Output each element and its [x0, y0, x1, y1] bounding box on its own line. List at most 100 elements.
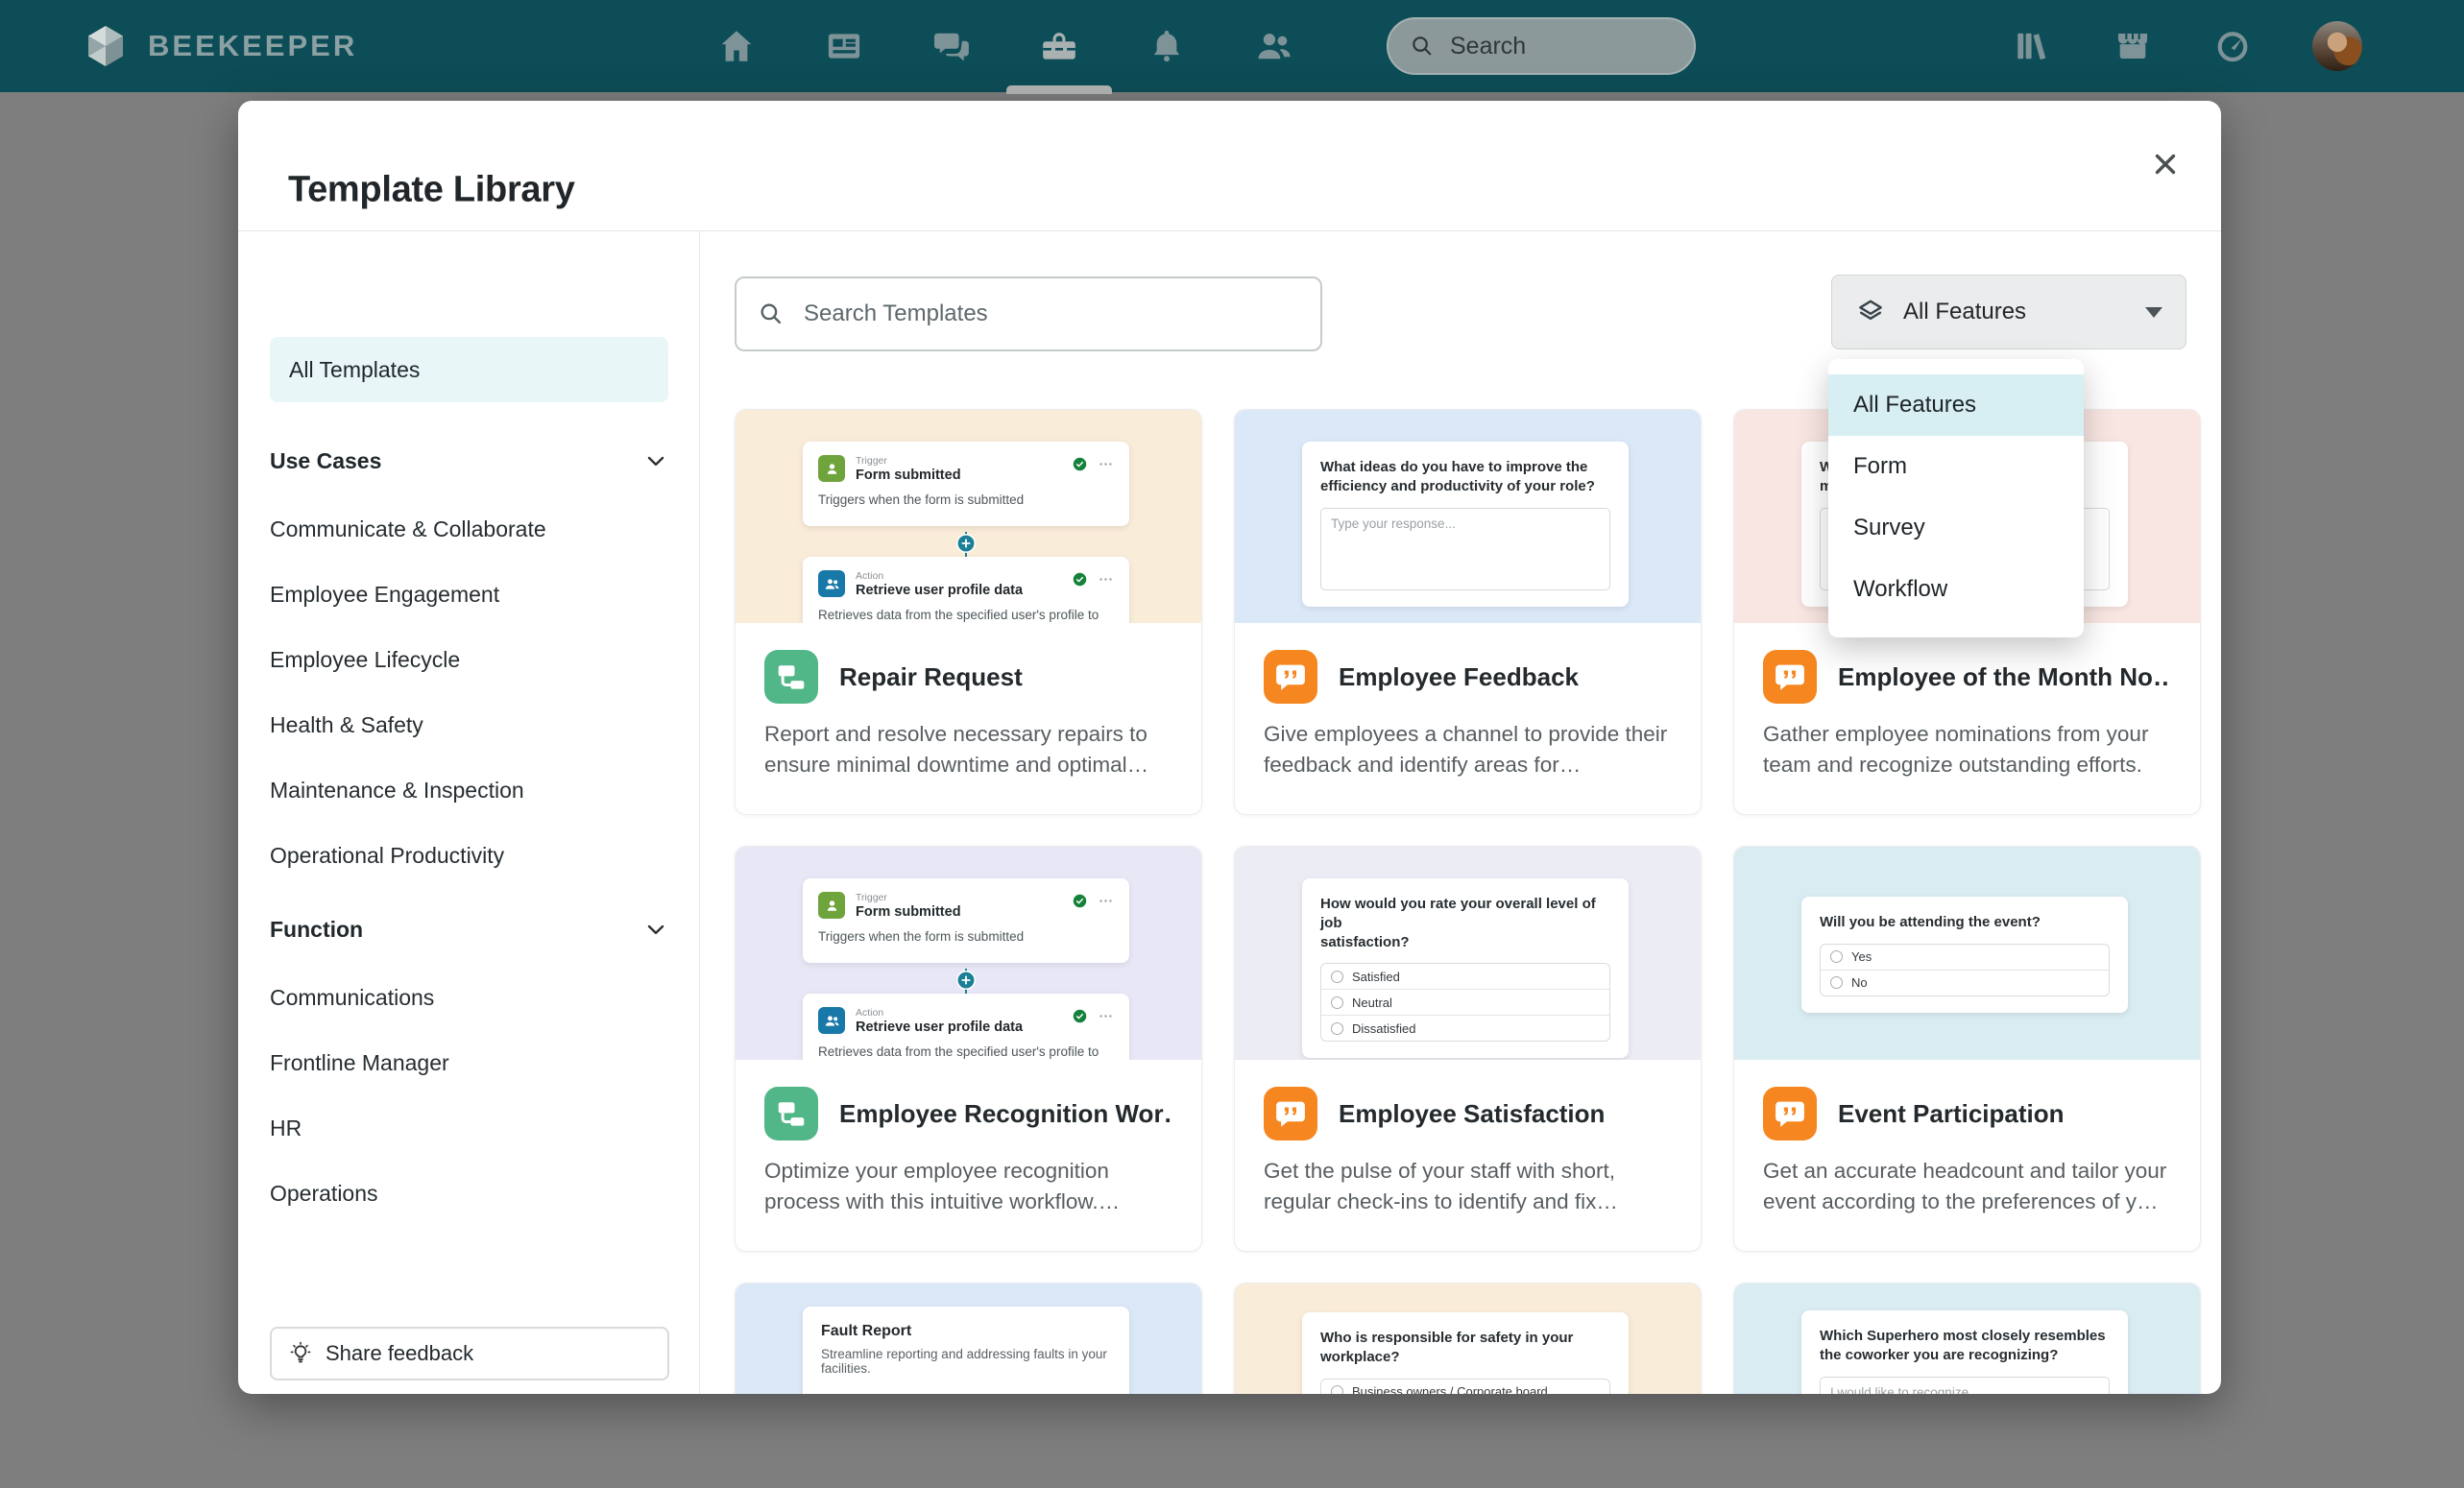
- sidebar-item-health-safety[interactable]: Health & Safety: [270, 712, 668, 738]
- mini-question: Who is responsible for safety in yourwor…: [1320, 1329, 1610, 1367]
- nav-news-button[interactable]: [824, 26, 864, 66]
- menu-item-all-features[interactable]: All Features: [1828, 374, 2084, 436]
- template-library-modal: Template Library All Templates Use Cases…: [238, 101, 2221, 1394]
- modal-body: All Templates Use Cases Communicate & Col…: [238, 231, 2221, 1394]
- sidebar-item-employee-engagement[interactable]: Employee Engagement: [270, 582, 668, 608]
- more-dots-icon: [1098, 893, 1114, 909]
- radio-icon: [1830, 976, 1843, 989]
- template-search: [735, 276, 1322, 351]
- survey-icon: [1264, 1087, 1317, 1140]
- template-card-event-participation[interactable]: Will you be attending the event?YesNoEve…: [1733, 846, 2201, 1252]
- plus-icon: [955, 970, 977, 991]
- mini-form-subtitle: Streamline reporting and addressing faul…: [821, 1347, 1111, 1376]
- template-search-input[interactable]: [802, 300, 1267, 328]
- workflow-icon: [773, 1095, 809, 1132]
- template-card[interactable]: Which Superhero most closely resemblesth…: [1733, 1283, 2201, 1394]
- template-card-employee-recognition-wor[interactable]: TriggerForm submittedTriggers when the f…: [735, 846, 1202, 1252]
- modal-header: Template Library: [238, 101, 2221, 231]
- survey-icon: [1264, 650, 1317, 704]
- template-info: Employee of the Month No…Gather employee…: [1734, 623, 2200, 780]
- chats-icon: [931, 26, 972, 66]
- sidebar-item-frontline-manager[interactable]: Frontline Manager: [270, 1050, 668, 1076]
- survey-icon: [1763, 1087, 1817, 1140]
- survey-chat-icon: [1772, 659, 1808, 695]
- template-description: Report and resolve necessary repairs to …: [764, 719, 1172, 780]
- sidebar-section-function[interactable]: Function: [270, 913, 668, 946]
- sidebar-item-hr[interactable]: HR: [270, 1116, 668, 1141]
- nav-library-button[interactable]: [2013, 26, 2053, 66]
- action-people-icon: [818, 570, 845, 597]
- sidebar-item-maintenance-inspection[interactable]: Maintenance & Inspection: [270, 778, 668, 804]
- mini-field-label: Name of the plant *: [821, 1392, 1111, 1394]
- nav-marketplace-button[interactable]: [2113, 26, 2153, 66]
- template-info: Repair RequestReport and resolve necessa…: [736, 623, 1201, 780]
- radio-icon: [1830, 950, 1843, 963]
- people-icon: [1254, 26, 1294, 66]
- workflow-icon: [773, 659, 809, 695]
- template-info: Employee SatisfactionGet the pulse of yo…: [1235, 1060, 1701, 1217]
- toolbox-icon: [1039, 26, 1079, 66]
- menu-item-form[interactable]: Form: [1828, 436, 2084, 497]
- mini-radio-option: Business owners / Corporate board: [1321, 1380, 1609, 1394]
- beekeeper-logo-icon: [83, 23, 129, 69]
- template-preview: Will you be attending the event?YesNo: [1734, 847, 2200, 1060]
- mini-textarea: Type your response...: [1320, 508, 1610, 590]
- search-icon: [1410, 34, 1435, 59]
- workflow-icon: [764, 650, 818, 704]
- menu-item-workflow[interactable]: Workflow: [1828, 559, 2084, 620]
- sidebar-item-operational-productivity[interactable]: Operational Productivity: [270, 843, 668, 869]
- mini-form: Will you be attending the event?YesNo: [1801, 897, 2128, 1013]
- nav-toolbox-button[interactable]: [1039, 26, 1079, 66]
- template-preview: How would you rate your overall level of…: [1235, 847, 1701, 1060]
- menu-item-survey[interactable]: Survey: [1828, 497, 2084, 559]
- mini-form: Fault Report Streamline reporting and add…: [803, 1307, 1129, 1394]
- sidebar-item-operations[interactable]: Operations: [270, 1181, 668, 1207]
- marketplace-icon: [2113, 26, 2153, 66]
- survey-chat-icon: [1772, 1095, 1808, 1132]
- feature-filter-menu: All FeaturesFormSurveyWorkflow: [1828, 359, 2084, 637]
- close-button[interactable]: [2142, 143, 2188, 189]
- step-title: Retrieve user profile data: [856, 583, 1023, 598]
- mini-question: What ideas do you have to improve theeff…: [1320, 458, 1610, 496]
- screen: BEEKEEPER Template Library All Templates…: [0, 0, 2464, 1488]
- feature-filter-button[interactable]: All Features: [1831, 275, 2186, 349]
- nav-home-button[interactable]: [716, 26, 757, 66]
- sidebar-item-all-templates[interactable]: All Templates: [270, 337, 668, 402]
- check-circle-icon: [1072, 456, 1088, 472]
- workflow-step-card: TriggerForm submittedTriggers when the f…: [803, 442, 1129, 526]
- sidebar-section-use-cases[interactable]: Use Cases: [270, 444, 668, 477]
- workflow-step-card: ActionRetrieve user profile dataRetrieve…: [803, 557, 1129, 623]
- mini-radio-option: Yes: [1821, 945, 2109, 970]
- lightbulb-icon: [287, 1340, 314, 1367]
- share-feedback-button[interactable]: Share feedback: [270, 1327, 669, 1380]
- sidebar-item-communications[interactable]: Communications: [270, 985, 668, 1011]
- template-card-employee-feedback[interactable]: What ideas do you have to improve theeff…: [1234, 409, 1702, 815]
- template-card[interactable]: Fault Report Streamline reporting and add…: [735, 1283, 1202, 1394]
- sidebar-item-communicate-collaborate[interactable]: Communicate & Collaborate: [270, 516, 668, 542]
- sidebar-item-employee-lifecycle[interactable]: Employee Lifecycle: [270, 647, 668, 673]
- global-search-input[interactable]: [1448, 32, 1644, 61]
- mini-form-title: Fault Report: [821, 1323, 1111, 1340]
- bell-icon: [1147, 26, 1187, 66]
- library-icon: [2013, 26, 2053, 66]
- more-dots-icon: [1098, 456, 1114, 472]
- mini-form: Who is responsible for safety in yourwor…: [1302, 1312, 1629, 1394]
- search-icon: [758, 300, 785, 327]
- template-description: Get an accurate headcount and tailor you…: [1763, 1156, 2171, 1217]
- template-card[interactable]: Who is responsible for safety in yourwor…: [1234, 1283, 1702, 1394]
- nav-dashboard-button[interactable]: [2212, 26, 2253, 66]
- brand: BEEKEEPER: [83, 0, 357, 92]
- more-dots-icon: [1098, 1008, 1114, 1024]
- layers-icon: [1855, 297, 1886, 327]
- template-card-employee-satisfaction[interactable]: How would you rate your overall level of…: [1234, 846, 1702, 1252]
- mini-radio-option: Satisfied: [1321, 964, 1609, 989]
- nav-chats-button[interactable]: [931, 26, 972, 66]
- survey-icon: [1763, 650, 1817, 704]
- nav-people-button[interactable]: [1254, 26, 1294, 66]
- chevron-down-icon: [643, 448, 668, 473]
- avatar[interactable]: [2312, 21, 2362, 71]
- nav-bell-button[interactable]: [1147, 26, 1187, 66]
- top-nav: BEEKEEPER: [0, 0, 2464, 92]
- template-card-repair-request[interactable]: TriggerForm submittedTriggers when the f…: [735, 409, 1202, 815]
- check-circle-icon: [1072, 571, 1088, 588]
